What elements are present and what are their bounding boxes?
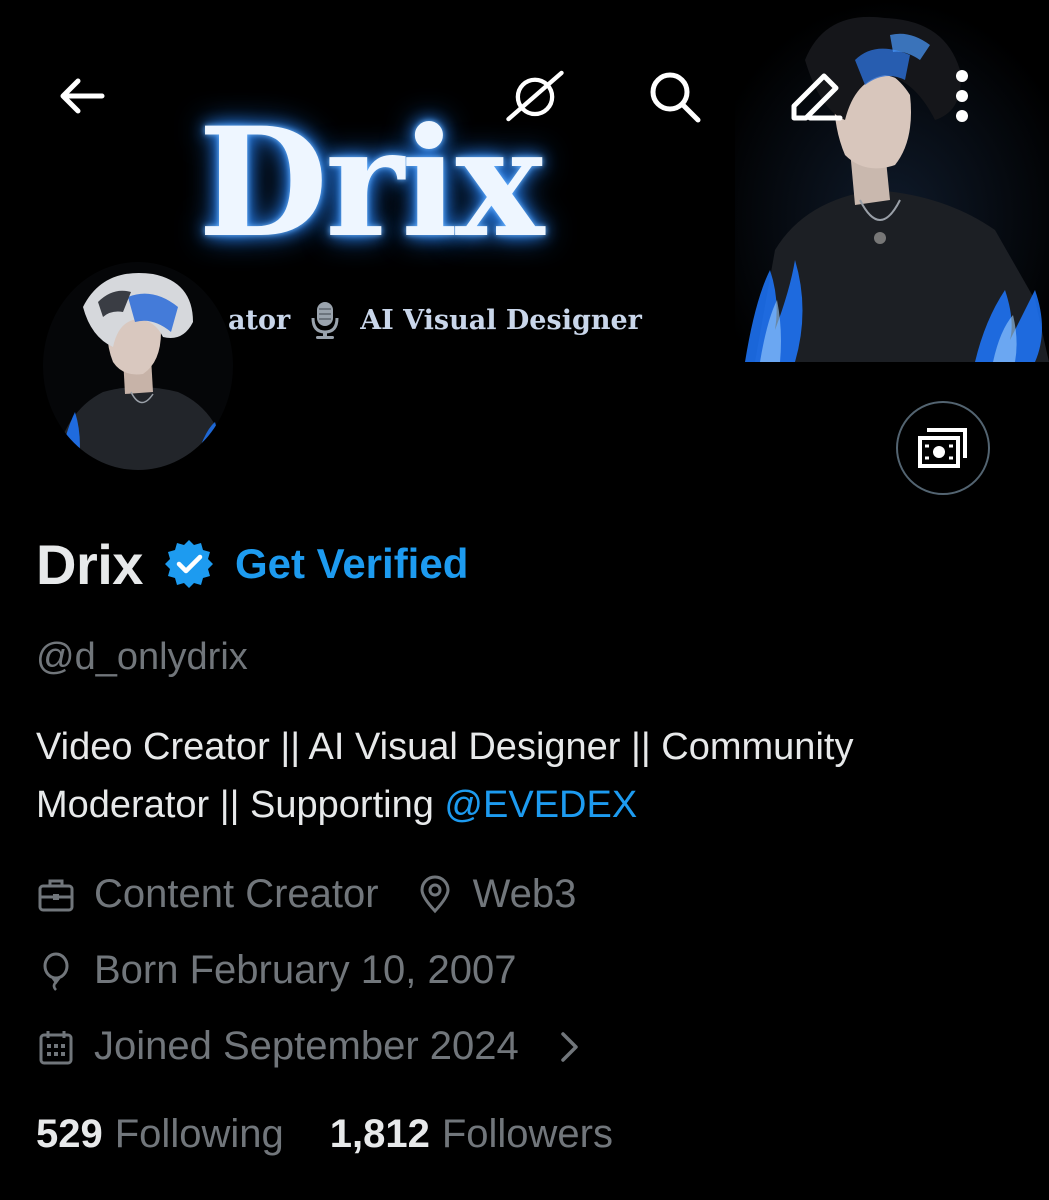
search-icon [650, 72, 701, 123]
profile-meta-birthday: Born February 10, 2007 [36, 948, 516, 993]
more-button[interactable] [932, 66, 992, 126]
profile-handle: @d_onlydrix [36, 636, 248, 678]
banner-subtitle: ator AI Visual Designer [228, 300, 642, 340]
edit-button[interactable] [786, 66, 846, 126]
tips-button[interactable] [896, 401, 990, 495]
profile-meta-joined[interactable]: Joined September 2024 [36, 1024, 589, 1069]
followers-link[interactable]: 1,812 Followers [330, 1112, 613, 1157]
profile-name-row: Drix Get Verified [36, 532, 468, 596]
following-link[interactable]: 529 Following [36, 1112, 284, 1157]
following-label: Following [114, 1112, 284, 1156]
back-button[interactable] [52, 66, 112, 126]
bio-mention-link[interactable]: @EVEDEX [444, 784, 637, 826]
profile-stats: 529 Following 1,812 Followers [36, 1112, 613, 1157]
microphone-icon [310, 300, 340, 340]
following-count: 529 [36, 1112, 103, 1156]
profile-meta-category-location: Content Creator Web3 [36, 872, 576, 917]
banner-character-illustration [735, 0, 1049, 362]
more-vertical-icon [956, 70, 968, 122]
profile-location: Web3 [472, 872, 577, 916]
avatar-image [43, 262, 233, 470]
profile-birthday: Born February 10, 2007 [94, 948, 517, 992]
followers-count: 1,812 [329, 1112, 430, 1156]
profile-name: Drix [36, 532, 143, 596]
verified-badge-icon[interactable] [163, 538, 215, 590]
banner-subtitle-right: AI Visual Designer [360, 304, 642, 336]
profile-bio: Video Creator || AI Visual Designer || C… [36, 718, 1016, 834]
banner-title: Drix [198, 95, 545, 271]
pencil-icon [791, 73, 843, 121]
chevron-right-icon [549, 1027, 589, 1067]
profile-avatar[interactable] [43, 262, 233, 470]
calendar-icon [36, 1027, 76, 1067]
search-button[interactable] [644, 66, 704, 126]
money-icon [918, 428, 967, 468]
profile-category: Content Creator [94, 872, 379, 916]
grok-icon [506, 70, 564, 122]
arrow-left-icon [60, 78, 105, 114]
briefcase-icon [36, 875, 76, 915]
get-verified-link[interactable]: Get Verified [235, 540, 468, 588]
banner-subtitle-left: ator [228, 304, 291, 336]
balloon-icon [36, 951, 76, 991]
profile-joined: Joined September 2024 [94, 1024, 519, 1068]
followers-label: Followers [441, 1112, 613, 1156]
location-pin-icon [415, 875, 455, 915]
grok-button[interactable] [505, 66, 565, 126]
